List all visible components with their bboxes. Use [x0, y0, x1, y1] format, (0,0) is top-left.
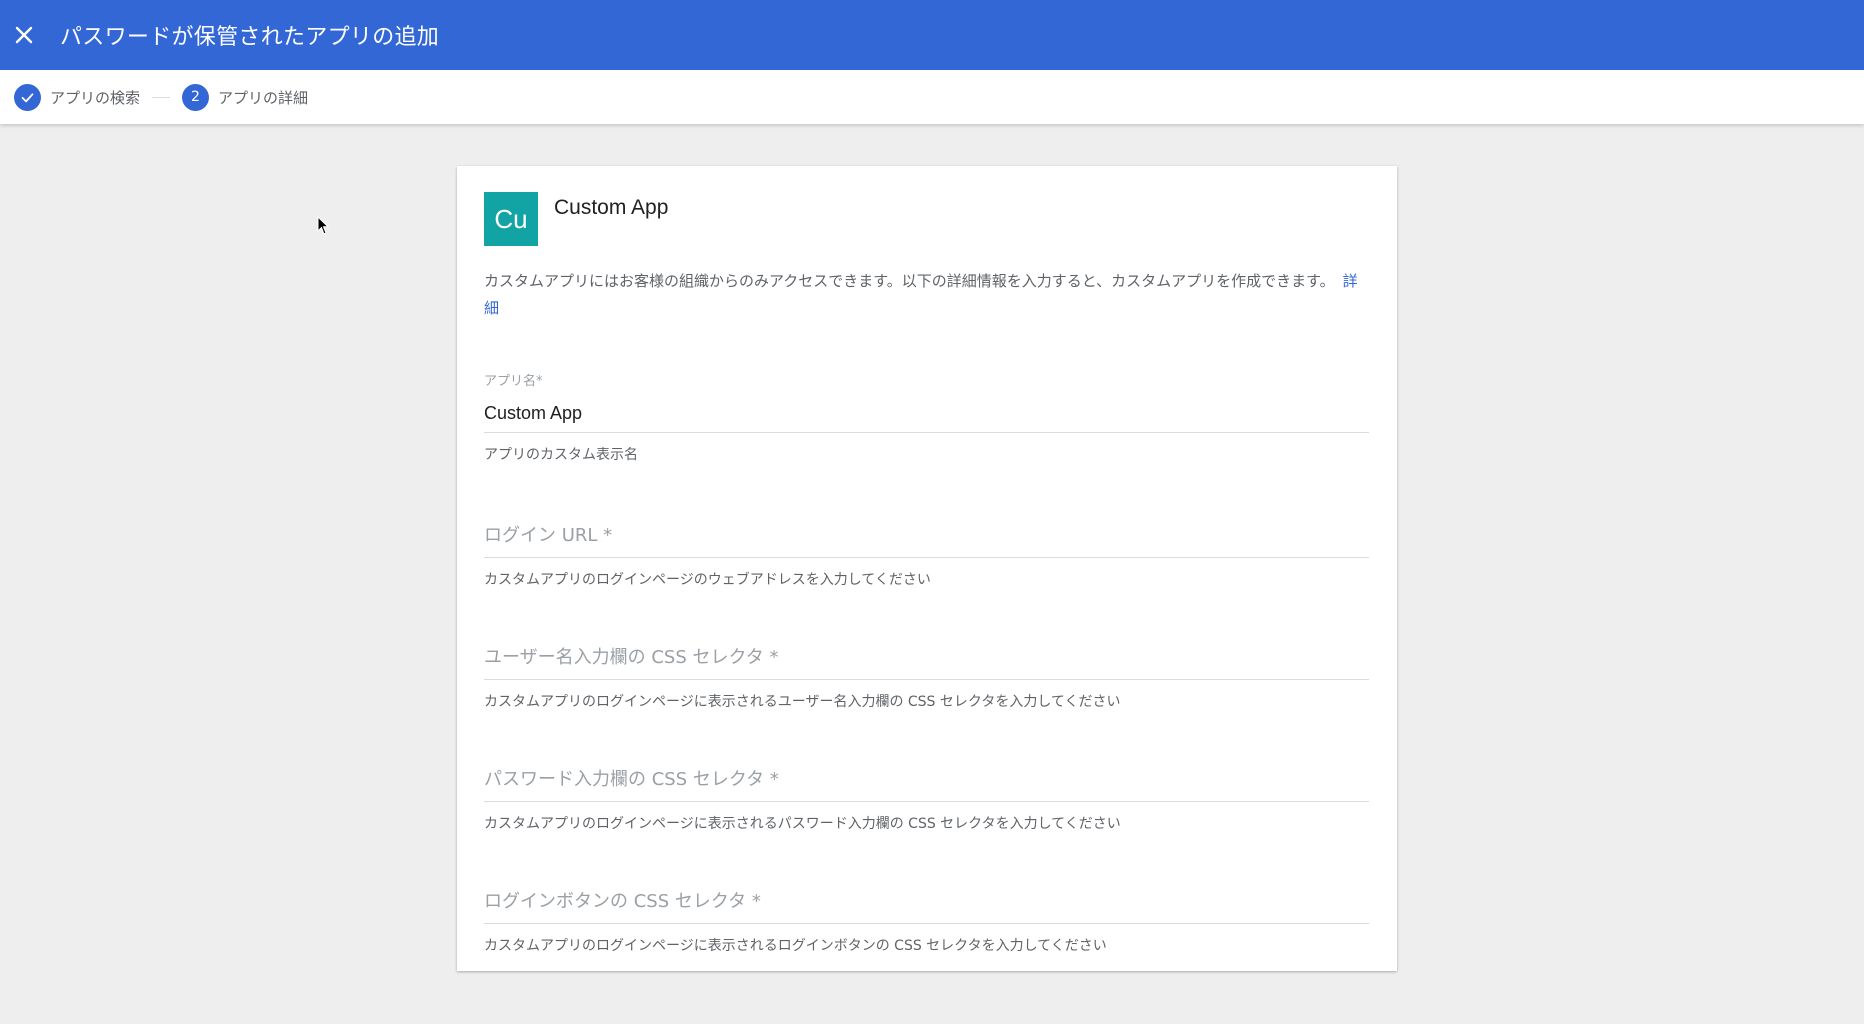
app-name-field[interactable]: アプリ名* Custom App アプリのカスタム表示名 — [484, 370, 1369, 464]
login-button-selector-field[interactable]: ログインボタンの CSS セレクタ * カスタムアプリのログインページに表示され… — [484, 887, 1369, 955]
app-header-row: Cu Custom App — [484, 192, 1369, 246]
step-label: アプリの詳細 — [218, 88, 309, 107]
step-number-badge: 2 — [182, 83, 210, 111]
password-selector-field[interactable]: パスワード入力欄の CSS セレクタ * カスタムアプリのログインページに表示さ… — [484, 765, 1369, 833]
login-url-hint: カスタムアプリのログインページのウェブアドレスを入力してください — [484, 572, 931, 588]
login-url-field[interactable]: ログイン URL * カスタムアプリのログインページのウェブアドレスを入力してく… — [484, 521, 1369, 589]
username-selector-input[interactable]: ユーザー名入力欄の CSS セレクタ * — [484, 643, 1369, 680]
page-title: パスワードが保管されたアプリの追加 — [60, 25, 440, 50]
close-button[interactable] — [0, 11, 48, 59]
description-text: カスタムアプリにはお客様の組織からのみアクセスできます。以下の詳細情報を入力する… — [484, 272, 1335, 290]
stepper: アプリの検索 2 アプリの詳細 — [0, 70, 1864, 124]
login-button-selector-hint: カスタムアプリのログインページに表示されるログインボタンの CSS セレクタを入… — [484, 938, 1107, 954]
app-name-hint: アプリのカスタム表示名 — [484, 447, 638, 463]
login-url-input[interactable]: ログイン URL * — [484, 521, 1369, 558]
password-selector-input[interactable]: パスワード入力欄の CSS セレクタ * — [484, 765, 1369, 802]
app-name-label: アプリ名* — [484, 374, 543, 389]
step-divider — [152, 96, 171, 98]
step-app-details[interactable]: 2 アプリの詳細 — [182, 83, 309, 111]
app-header: パスワードが保管されたアプリの追加 — [0, 0, 1864, 70]
password-selector-hint: カスタムアプリのログインページに表示されるパスワード入力欄の CSS セレクタを… — [484, 816, 1121, 832]
app-name: Custom App — [554, 196, 669, 219]
step-complete-badge — [14, 83, 41, 111]
close-icon — [15, 26, 33, 44]
mouse-pointer-icon — [317, 216, 330, 235]
step-label: アプリの検索 — [50, 88, 141, 107]
username-selector-field[interactable]: ユーザー名入力欄の CSS セレクタ * カスタムアプリのログインページに表示さ… — [484, 643, 1369, 711]
app-avatar: Cu — [484, 192, 538, 246]
app-name-input[interactable]: Custom App — [484, 403, 1369, 433]
app-details-card: Cu Custom App カスタムアプリにはお客様の組織からのみアクセスできま… — [457, 166, 1397, 971]
login-button-selector-input[interactable]: ログインボタンの CSS セレクタ * — [484, 887, 1369, 924]
check-icon — [21, 92, 34, 102]
app-description: カスタムアプリにはお客様の組織からのみアクセスできます。以下の詳細情報を入力する… — [484, 268, 1369, 322]
username-selector-hint: カスタムアプリのログインページに表示されるユーザー名入力欄の CSS セレクタを… — [484, 694, 1121, 710]
step-search-app[interactable]: アプリの検索 — [14, 83, 141, 111]
